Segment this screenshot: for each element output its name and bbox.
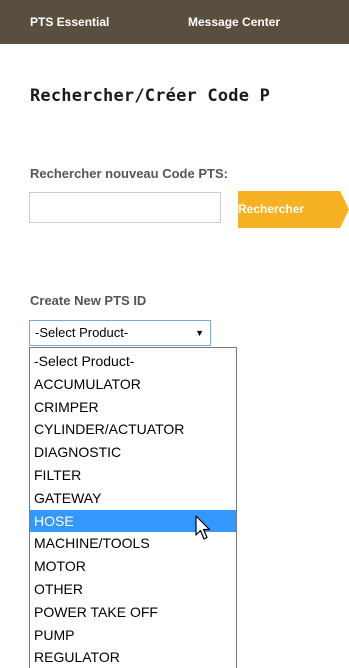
product-option[interactable]: -Select Product- xyxy=(30,350,236,373)
page-root: PTS Essential Message Center Rechercher/… xyxy=(0,0,349,668)
search-input[interactable] xyxy=(29,192,221,223)
product-option[interactable]: GATEWAY xyxy=(30,487,236,510)
top-navigation-bar: PTS Essential Message Center xyxy=(0,0,349,44)
product-option[interactable]: REGULATOR xyxy=(30,646,236,668)
product-option[interactable]: MACHINE/TOOLS xyxy=(30,532,236,555)
product-option[interactable]: PUMP xyxy=(30,624,236,647)
nav-item-message-center[interactable]: Message Center xyxy=(188,0,280,44)
product-option[interactable]: CYLINDER/ACTUATOR xyxy=(30,418,236,441)
product-option[interactable]: DIAGNOSTIC xyxy=(30,441,236,464)
create-pts-id-label: Create New PTS ID xyxy=(30,293,147,308)
product-option[interactable]: MOTOR xyxy=(30,555,236,578)
search-button[interactable]: Rechercher xyxy=(238,191,349,228)
triangle-down-icon: ▼ xyxy=(195,328,204,338)
product-select[interactable]: -Select Product- ▼ xyxy=(29,320,211,346)
product-option[interactable]: OTHER xyxy=(30,578,236,601)
product-option[interactable]: FILTER xyxy=(30,464,236,487)
product-option[interactable]: POWER TAKE OFF xyxy=(30,601,236,624)
nav-item-pts-essential[interactable]: PTS Essential xyxy=(30,0,109,44)
product-select-value: -Select Product- xyxy=(35,325,129,340)
product-option[interactable]: ACCUMULATOR xyxy=(30,373,236,396)
product-option[interactable]: CRIMPER xyxy=(30,396,236,419)
product-dropdown-list[interactable]: -Select Product- ACCUMULATOR CRIMPER CYL… xyxy=(29,347,237,668)
search-label: Rechercher nouveau Code PTS: xyxy=(30,166,228,181)
product-option-list: -Select Product- ACCUMULATOR CRIMPER CYL… xyxy=(30,348,236,668)
page-title: Rechercher/Créer Code P xyxy=(30,86,271,106)
product-option-highlighted[interactable]: HOSE xyxy=(30,509,236,533)
